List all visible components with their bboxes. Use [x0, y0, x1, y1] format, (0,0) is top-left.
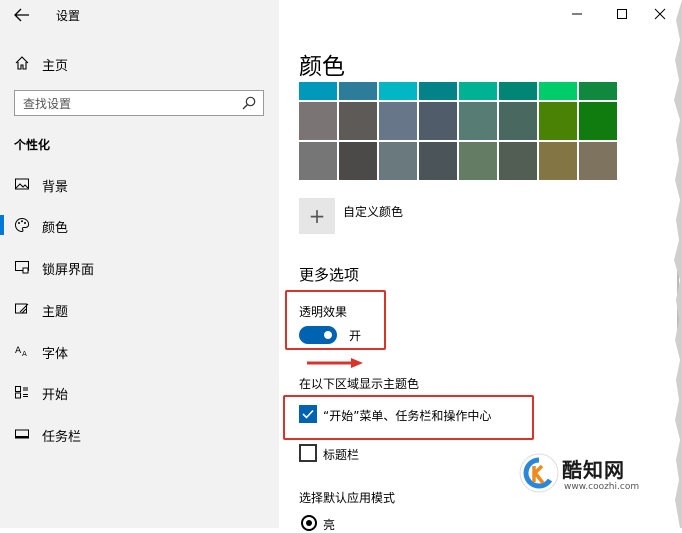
color-swatch[interactable] — [539, 142, 577, 180]
titlebar-checkbox-label[interactable]: 标题栏 — [323, 446, 359, 463]
color-swatch[interactable] — [339, 102, 377, 140]
back-arrow-icon[interactable] — [12, 6, 32, 24]
sidebar-item-start[interactable]: 开始 — [0, 375, 279, 409]
color-swatch[interactable] — [459, 82, 497, 100]
arrow-icon — [307, 358, 363, 368]
start-icon — [15, 386, 28, 399]
watermark-name: 酷知网 — [562, 458, 625, 482]
content-pane: 颜色 + 自定义颜色 更多选项 透明效果 开 在以下区域显示主题色 “开始”菜单… — [279, 0, 682, 532]
close-icon[interactable] — [649, 4, 671, 24]
sidebar-item-themes[interactable]: 主题 — [0, 292, 279, 326]
titlebar-checkbox[interactable] — [299, 444, 317, 462]
sidebar-item-label: 背景 — [42, 180, 69, 195]
sidebar-item-background[interactable]: 背景 — [0, 167, 279, 201]
sidebar-item-label: 开始 — [42, 388, 69, 403]
color-swatch[interactable] — [579, 102, 617, 140]
color-swatch[interactable] — [339, 142, 377, 180]
page-title: 颜色 — [299, 54, 345, 80]
checkmark-icon — [302, 409, 314, 419]
color-swatch[interactable] — [339, 82, 377, 100]
custom-color-button[interactable]: + — [299, 198, 335, 234]
color-swatch[interactable] — [579, 142, 617, 180]
sidebar-item-label: 主题 — [42, 305, 69, 320]
app-mode-label: 选择默认应用模式 — [299, 491, 396, 505]
app-mode-option-label[interactable]: 亮 — [323, 516, 335, 533]
start-taskbar-checkbox[interactable] — [299, 405, 317, 423]
toggle-knob — [324, 331, 332, 339]
watermark: 酷知网 www.coozhi.com — [518, 452, 668, 498]
window-title: 设置 — [56, 9, 81, 23]
app-mode-radio[interactable] — [301, 515, 317, 531]
color-swatch[interactable] — [579, 82, 617, 100]
search-input[interactable]: 查找设置 — [14, 90, 264, 116]
plus-icon: + — [308, 204, 326, 228]
minimize-icon[interactable] — [566, 4, 588, 24]
sidebar-item-fonts[interactable]: A A 字体 — [0, 334, 279, 368]
color-swatch[interactable] — [379, 102, 417, 140]
color-swatch[interactable] — [499, 142, 537, 180]
sidebar-item-label: 任务栏 — [42, 430, 82, 445]
transparency-toggle[interactable] — [299, 326, 337, 344]
color-swatch[interactable] — [539, 102, 577, 140]
sidebar-item-lock-screen[interactable]: 锁屏界面 — [0, 250, 279, 284]
color-swatch[interactable] — [419, 82, 457, 100]
color-swatch[interactable] — [459, 102, 497, 140]
color-swatch[interactable] — [499, 102, 537, 140]
color-swatch[interactable] — [379, 142, 417, 180]
taskbar-icon — [15, 429, 29, 439]
sidebar-item-colors[interactable]: 颜色 — [0, 208, 279, 242]
color-swatch[interactable] — [299, 102, 337, 140]
theme-icon — [15, 303, 29, 314]
custom-color-label[interactable]: 自定义颜色 — [343, 203, 403, 220]
picture-icon — [15, 178, 29, 190]
active-indicator — [0, 215, 4, 235]
color-swatch[interactable] — [539, 82, 577, 100]
color-swatch[interactable] — [299, 82, 337, 100]
sidebar-item-label: 锁屏界面 — [42, 263, 95, 278]
color-swatch[interactable] — [419, 142, 457, 180]
color-swatch[interactable] — [419, 102, 457, 140]
transparency-label: 透明效果 — [299, 305, 348, 319]
sidebar-item-label: 字体 — [42, 347, 69, 362]
watermark-url: www.coozhi.com — [564, 482, 640, 492]
toggle-state-label: 开 — [349, 329, 362, 343]
search-icon — [242, 96, 256, 110]
svg-text:A: A — [15, 346, 22, 356]
maximize-icon[interactable] — [611, 4, 633, 24]
palette-icon — [15, 217, 30, 233]
start-taskbar-checkbox-label[interactable]: “开始”菜单、任务栏和操作中心 — [323, 407, 491, 424]
sidebar-item-taskbar[interactable]: 任务栏 — [0, 417, 279, 451]
title-bar: 设置 — [0, 0, 279, 30]
color-swatch[interactable] — [299, 142, 337, 180]
coozhi-logo-icon — [519, 453, 559, 493]
sidebar-item-label: 颜色 — [42, 221, 69, 236]
nav-home-label: 主页 — [42, 59, 69, 74]
color-swatch[interactable] — [459, 142, 497, 180]
radio-dot — [306, 520, 312, 526]
show-accent-label: 在以下区域显示主题色 — [299, 377, 420, 391]
color-swatch[interactable] — [379, 82, 417, 100]
search-placeholder: 查找设置 — [23, 97, 72, 111]
navigation-pane: 设置 主页 查找设置 个性化 背景 颜色 锁屏界面 主题 A A 字体 开始 任… — [0, 0, 279, 528]
torn-edge — [674, 0, 682, 528]
section-title: 个性化 — [14, 138, 51, 152]
home-icon — [15, 56, 29, 70]
nav-home[interactable]: 主页 — [0, 46, 279, 80]
color-swatch[interactable] — [499, 82, 537, 100]
svg-text:A: A — [22, 350, 27, 358]
more-options-heading: 更多选项 — [299, 266, 360, 284]
lock-screen-icon — [15, 261, 29, 274]
font-icon: A A — [15, 346, 27, 358]
highlight-box — [285, 290, 386, 350]
